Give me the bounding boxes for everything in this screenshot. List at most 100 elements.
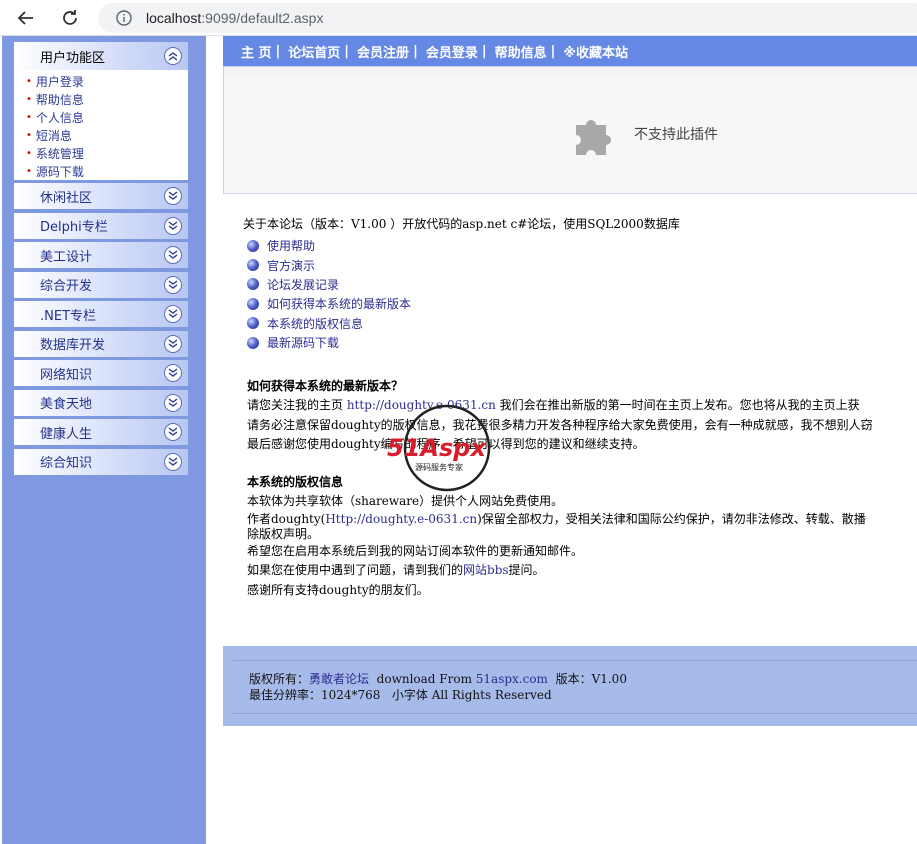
menu-food[interactable]: 美食天地 bbox=[14, 389, 188, 416]
chevron-double-down-icon bbox=[168, 220, 178, 230]
paragraph: 希望您在启用本系统后到我的网站订阅本软件的更新通知邮件。 bbox=[247, 543, 584, 558]
expand-toggle[interactable] bbox=[164, 216, 182, 235]
menu-delphi[interactable]: Delphi专栏 bbox=[14, 212, 188, 239]
collapse-toggle[interactable] bbox=[164, 47, 182, 65]
bullet-dot: • bbox=[26, 93, 32, 105]
paragraph: 请您关注我的主页 http://doughty.e-0631.cn 我们会在推出… bbox=[247, 398, 860, 412]
nav-separator: | bbox=[550, 43, 556, 59]
owner-link[interactable]: 勇敢者论坛 bbox=[309, 672, 369, 686]
chevron-double-down-icon bbox=[168, 368, 178, 377]
chevron-double-down-icon bbox=[168, 397, 178, 407]
url-host: localhost bbox=[146, 10, 202, 26]
sidebar-item-admin[interactable]: • 系统管理 bbox=[26, 144, 188, 162]
bullet-ball-icon bbox=[247, 317, 259, 330]
menu-dotnet[interactable]: .NET专栏 bbox=[14, 301, 188, 327]
bullet-dot: • bbox=[26, 111, 32, 123]
menu-network[interactable]: 网络知识 bbox=[14, 360, 188, 386]
expand-toggle[interactable] bbox=[164, 393, 182, 412]
paragraph: 感谢所有支持doughty的朋友们。 bbox=[247, 582, 429, 597]
menu-header[interactable]: 用户功能区 bbox=[14, 42, 188, 70]
arrow-left-icon bbox=[17, 11, 33, 25]
expand-toggle[interactable] bbox=[164, 334, 182, 353]
footer-row: 版权所有：勇敢者论坛 download From 51aspx.com 版本：V… bbox=[249, 672, 627, 686]
reload-icon bbox=[63, 10, 77, 25]
expand-toggle[interactable] bbox=[164, 187, 182, 205]
nav-home[interactable]: 主 页 bbox=[241, 42, 272, 61]
section-title: 如何获得本系统的最新版本？ bbox=[247, 379, 404, 393]
chevron-double-down-icon bbox=[168, 309, 178, 318]
bullet-ball-icon bbox=[247, 278, 259, 291]
bullet-ball-icon bbox=[247, 259, 259, 272]
chevron-double-down-icon bbox=[168, 427, 178, 436]
bullet-ball-icon bbox=[247, 297, 259, 310]
puzzle-piece-icon bbox=[576, 120, 611, 155]
expand-toggle[interactable] bbox=[164, 364, 182, 382]
nav-forum-home[interactable]: 论坛首页 bbox=[288, 42, 340, 61]
nav-register[interactable]: 会员注册 bbox=[357, 42, 409, 61]
chevron-double-down-icon bbox=[168, 191, 178, 200]
bbs-link[interactable]: 网站bbs bbox=[463, 563, 509, 577]
top-navigation: 主 页 | 论坛首页 | 会员注册 | 会员登录 | 帮助信息 | ※收藏本站 bbox=[223, 36, 917, 66]
chevron-double-up-icon bbox=[168, 52, 178, 61]
bullet-dot: • bbox=[26, 147, 32, 159]
menu-knowledge[interactable]: 综合知识 bbox=[14, 448, 188, 475]
expand-toggle[interactable] bbox=[164, 452, 182, 471]
sidebar-item-help[interactable]: • 帮助信息 bbox=[26, 90, 188, 108]
sidebar-item-messages[interactable]: • 短消息 bbox=[26, 126, 188, 144]
expand-toggle[interactable] bbox=[164, 246, 182, 264]
link-get-latest[interactable]: 如何获得本系统的最新版本 bbox=[247, 294, 917, 313]
link-latest-download[interactable]: 最新源码下载 bbox=[247, 333, 917, 352]
sidebar-item-login[interactable]: • 用户登录 bbox=[26, 72, 188, 90]
menu-health[interactable]: 健康人生 bbox=[14, 419, 188, 445]
intro-section: 关于本论坛（版本：V1.00 ）开放代码的asp.net c#论坛，使用SQL2… bbox=[243, 214, 917, 352]
link-history[interactable]: 论坛发展记录 bbox=[247, 275, 917, 294]
nav-separator: | bbox=[413, 43, 418, 59]
nav-separator: | bbox=[344, 43, 350, 59]
link-usage-help[interactable]: 使用帮助 bbox=[247, 236, 917, 255]
expand-toggle[interactable] bbox=[164, 423, 182, 441]
watermark-tagline: 源码服务专家 bbox=[415, 462, 463, 472]
address-bar[interactable]: localhost:9099/default2.aspx bbox=[98, 3, 917, 33]
menu-general-dev[interactable]: 综合开发 bbox=[14, 271, 188, 298]
chevron-double-down-icon bbox=[168, 250, 178, 259]
nav-bookmark[interactable]: ※收藏本站 bbox=[563, 42, 628, 61]
link-copyright[interactable]: 本系统的版权信息 bbox=[247, 314, 917, 333]
url-path: :9099/default2.aspx bbox=[201, 10, 324, 26]
nav-help[interactable]: 帮助信息 bbox=[495, 42, 547, 61]
51aspx-watermark-logo: 51Aspx 源码服务专家 bbox=[387, 404, 491, 492]
download-link[interactable]: 51aspx.com bbox=[476, 672, 548, 686]
nav-separator: | bbox=[481, 43, 487, 59]
bullet-dot: • bbox=[26, 75, 32, 87]
paragraph: 本软体为共享软体（shareware）提供个人网站免费使用。 bbox=[247, 494, 564, 508]
paragraph: 作者doughty(Http://doughty.e-0631.cn)保留全部权… bbox=[247, 511, 866, 526]
sidebar-item-download[interactable]: • 源码下载 bbox=[26, 162, 188, 180]
nav-login[interactable]: 会员登录 bbox=[426, 42, 478, 61]
latest-version-section: 如何获得本系统的最新版本？ 请您关注我的主页 http://doughty.e-… bbox=[247, 376, 917, 455]
menu-database[interactable]: 数据库开发 bbox=[14, 330, 188, 357]
chevron-double-down-icon bbox=[168, 456, 178, 466]
bullet-dot: • bbox=[26, 165, 32, 177]
expand-toggle[interactable] bbox=[164, 305, 182, 323]
watermark-brand: 51Aspx bbox=[387, 434, 487, 462]
reload-button[interactable] bbox=[56, 4, 84, 32]
plugin-message: 不支持此插件 bbox=[634, 127, 718, 143]
footer-row: 最佳分辨率：1024*768 小字体 All Rights Reserved bbox=[249, 688, 552, 702]
copyright-section: 本系统的版权信息 本软体为共享软体（shareware）提供个人网站免费使用。 … bbox=[247, 472, 917, 600]
info-icon[interactable] bbox=[116, 10, 132, 26]
link-demo[interactable]: 官方演示 bbox=[247, 255, 917, 274]
section-title: 本系统的版权信息 bbox=[247, 475, 344, 489]
sidebar-item-profile[interactable]: • 个人信息 bbox=[26, 108, 188, 126]
menu-title: 用户功能区 bbox=[40, 50, 106, 66]
plugin-placeholder: 不支持此插件 bbox=[223, 66, 917, 194]
back-button[interactable] bbox=[12, 4, 40, 32]
nav-separator: | bbox=[275, 43, 281, 59]
paragraph: 最后感谢您使用doughty编写的程序，希望可以得到您的建议和继续支持。 bbox=[247, 437, 645, 451]
bullet-dot: • bbox=[26, 129, 32, 141]
menu-leisure[interactable]: 休闲社区 bbox=[14, 183, 188, 209]
author-link[interactable]: Http://doughty.e-0631.cn bbox=[325, 512, 477, 526]
bullet-ball-icon bbox=[247, 336, 259, 349]
bullet-ball-icon bbox=[247, 239, 259, 252]
expand-toggle[interactable] bbox=[164, 275, 182, 294]
browser-toolbar: localhost:9099/default2.aspx bbox=[0, 0, 917, 36]
menu-design[interactable]: 美工设计 bbox=[14, 242, 188, 268]
